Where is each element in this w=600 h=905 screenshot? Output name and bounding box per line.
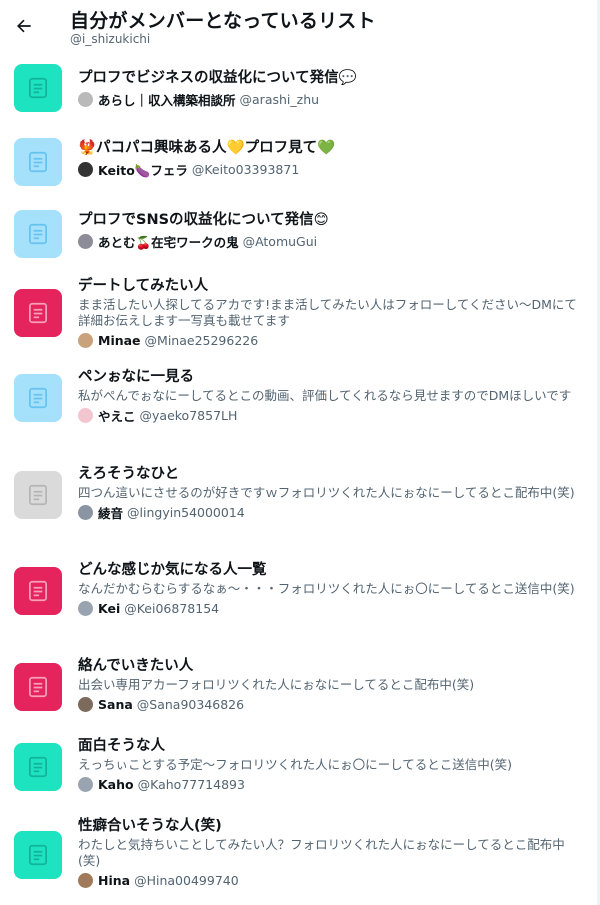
list-owner[interactable]: Kei @Kei06878154	[78, 599, 579, 617]
list-title: ペンぉなに一見る	[78, 369, 194, 385]
list-doc-icon	[29, 223, 47, 245]
avatar	[78, 407, 93, 423]
list-owner[interactable]: Sana @Sana90346826	[78, 695, 579, 713]
list-title: 面白そうな人	[78, 738, 165, 754]
list-owner[interactable]: Keito🍆フェラ @Keito03393871	[78, 160, 579, 178]
owner-name: Sana	[98, 696, 133, 712]
owner-handle: @Kaho77714893	[137, 776, 245, 792]
list-icon	[14, 663, 62, 711]
list-title: 絡んでいきたい人	[78, 658, 194, 674]
list-title: 性癖合いそうな人(笑)	[78, 818, 222, 834]
list-icon	[14, 374, 62, 422]
list-description: なんだかむらむらするなぁ～・・・フォロリツくれた人にぉ〇にーしてるとこ送信中(笑…	[78, 581, 575, 596]
list-item[interactable]: プロフでSNSの収益化について発信😊 あとむ🍒在宅ワークの鬼 @AtomuGui	[0, 196, 597, 269]
list-doc-icon	[29, 151, 47, 173]
owner-handle: @Minae25296226	[144, 332, 259, 348]
list-doc-icon	[29, 676, 47, 698]
list-item[interactable]: どんな感じか気になる人一覧 なんだかむらむらするなぁ～・・・フォロリツくれた人に…	[0, 561, 597, 657]
arrow-left-icon	[17, 19, 31, 33]
list-description: えっちぃことする予定～フォロリツくれた人にぉ〇にーしてるとこ送信中(笑)	[78, 757, 513, 772]
list-doc-icon	[29, 580, 47, 602]
list-item[interactable]: デートしてみたい人 まま活したい人探してるアカです!まま活してみたい人はフォロー…	[0, 269, 597, 368]
list-item[interactable]: 性癖合いそうな人(笑) わたしと気持ちいことしてみたい人？フォロリツくれた人にぉ…	[0, 817, 597, 903]
list-doc-icon	[29, 302, 47, 324]
list-icon	[14, 289, 62, 337]
list-owner[interactable]: あらし｜収入構築相談所 @arashi_zhu	[78, 90, 579, 108]
owner-handle: @Kei06878154	[124, 600, 220, 616]
list-doc-icon	[29, 484, 47, 506]
owner-handle: @lingyin54000014	[127, 504, 245, 520]
list-doc-icon	[29, 756, 47, 778]
list-owner[interactable]: Minae @Minae25296226	[78, 331, 579, 349]
list-title: どんな感じか気になる人一覧	[78, 562, 267, 578]
owner-name: Minae	[98, 332, 141, 348]
owner-name: Keito🍆フェラ	[98, 162, 188, 178]
avatar	[78, 504, 93, 520]
list-item[interactable]: 絡んでいきたい人 出会い専用アカーフォロリツくれた人にぉなにーしてるとこ配布中(…	[0, 657, 597, 737]
list-item[interactable]: 🐦‍🔥パコパコ興味ある人💛プロフ見て💚 Keito🍆フェラ @Keito0339…	[0, 124, 597, 196]
avatar	[78, 91, 93, 107]
list-doc-icon	[29, 77, 47, 99]
owner-handle: @arashi_zhu	[239, 91, 320, 107]
list-icon	[14, 567, 62, 615]
owner-handle: @Keito03393871	[191, 161, 300, 177]
avatar	[78, 696, 93, 712]
list-icon	[14, 138, 62, 186]
list-owner[interactable]: Kaho @Kaho77714893	[78, 775, 579, 793]
owner-name: Kei	[98, 600, 121, 616]
list-description: 出会い専用アカーフォロリツくれた人にぉなにーしてるとこ配布中(笑)	[78, 677, 475, 692]
list-item[interactable]: プロフでビジネスの収益化について発信💬 あらし｜収入構築相談所 @arashi_…	[0, 58, 597, 124]
list-doc-icon	[29, 844, 47, 866]
avatar	[78, 872, 93, 888]
avatar	[78, 161, 93, 177]
list-title: プロフでSNSの収益化について発信😊	[78, 212, 329, 228]
owner-name: Hina	[98, 872, 131, 888]
list-item[interactable]: ペンぉなに一見る 私がぺんでぉなにーしてるとこの動画、評価してくれるなら見せます…	[0, 368, 597, 465]
list-owner[interactable]: やえこ @yaeko7857LH	[78, 406, 579, 424]
page-title: 自分がメンバーとなっているリスト	[70, 10, 376, 32]
avatar	[78, 332, 93, 348]
list-collection: プロフでビジネスの収益化について発信💬 あらし｜収入構築相談所 @arashi_…	[0, 58, 597, 903]
owner-handle: @yaeko7857LH	[139, 407, 238, 423]
page-handle: @i_shizukichi	[70, 32, 151, 46]
list-description: 四つん這いにさせるのが好きですｗフォロリツくれた人にぉなにーしてるとこ配布中(笑…	[78, 485, 575, 500]
list-icon	[14, 64, 62, 112]
list-icon	[14, 210, 62, 258]
owner-handle: @Hina00499740	[134, 872, 239, 888]
owner-name: Kaho	[98, 776, 134, 792]
list-icon	[14, 471, 62, 519]
list-owner[interactable]: Hina @Hina00499740	[78, 871, 579, 889]
list-item[interactable]: えろそうなひと 四つん這いにさせるのが好きですｗフォロリツくれた人にぉなにーして…	[0, 465, 597, 561]
list-description: 私がぺんでぉなにーしてるとこの動画、評価してくれるなら見せますのでDMほしいです	[78, 388, 572, 403]
list-title: デートしてみたい人	[78, 278, 209, 294]
owner-name: やえこ	[98, 408, 136, 424]
owner-handle: @AtomuGui	[242, 233, 318, 249]
owner-name: あとむ🍒在宅ワークの鬼	[98, 234, 239, 250]
avatar	[78, 233, 93, 249]
list-owner[interactable]: 綾音 @lingyin54000014	[78, 503, 579, 521]
list-description: わたしと気持ちいことしてみたい人？フォロリツくれた人にぉなにーしてるとこ配布中(…	[78, 837, 565, 868]
list-owner[interactable]: あとむ🍒在宅ワークの鬼 @AtomuGui	[78, 232, 579, 250]
list-title: えろそうなひと	[78, 466, 180, 482]
list-icon	[14, 831, 62, 879]
avatar	[78, 776, 93, 792]
list-title: 🐦‍🔥パコパコ興味ある人💛プロフ見て💚	[78, 140, 336, 156]
list-item[interactable]: 面白そうな人 えっちぃことする予定～フォロリツくれた人にぉ〇にーしてるとこ送信中…	[0, 737, 597, 817]
list-icon	[14, 743, 62, 791]
avatar	[78, 600, 93, 616]
back-button[interactable]	[8, 10, 40, 42]
list-description: まま活したい人探してるアカです!まま活してみたい人はフォローしてください～DMに…	[78, 297, 577, 328]
owner-handle: @Sana90346826	[136, 696, 245, 712]
list-doc-icon	[29, 387, 47, 409]
page-header: 自分がメンバーとなっているリスト @i_shizukichi	[0, 0, 597, 50]
owner-name: あらし｜収入構築相談所	[98, 92, 236, 108]
list-title: プロフでビジネスの収益化について発信💬	[78, 70, 357, 86]
owner-name: 綾音	[98, 505, 124, 521]
